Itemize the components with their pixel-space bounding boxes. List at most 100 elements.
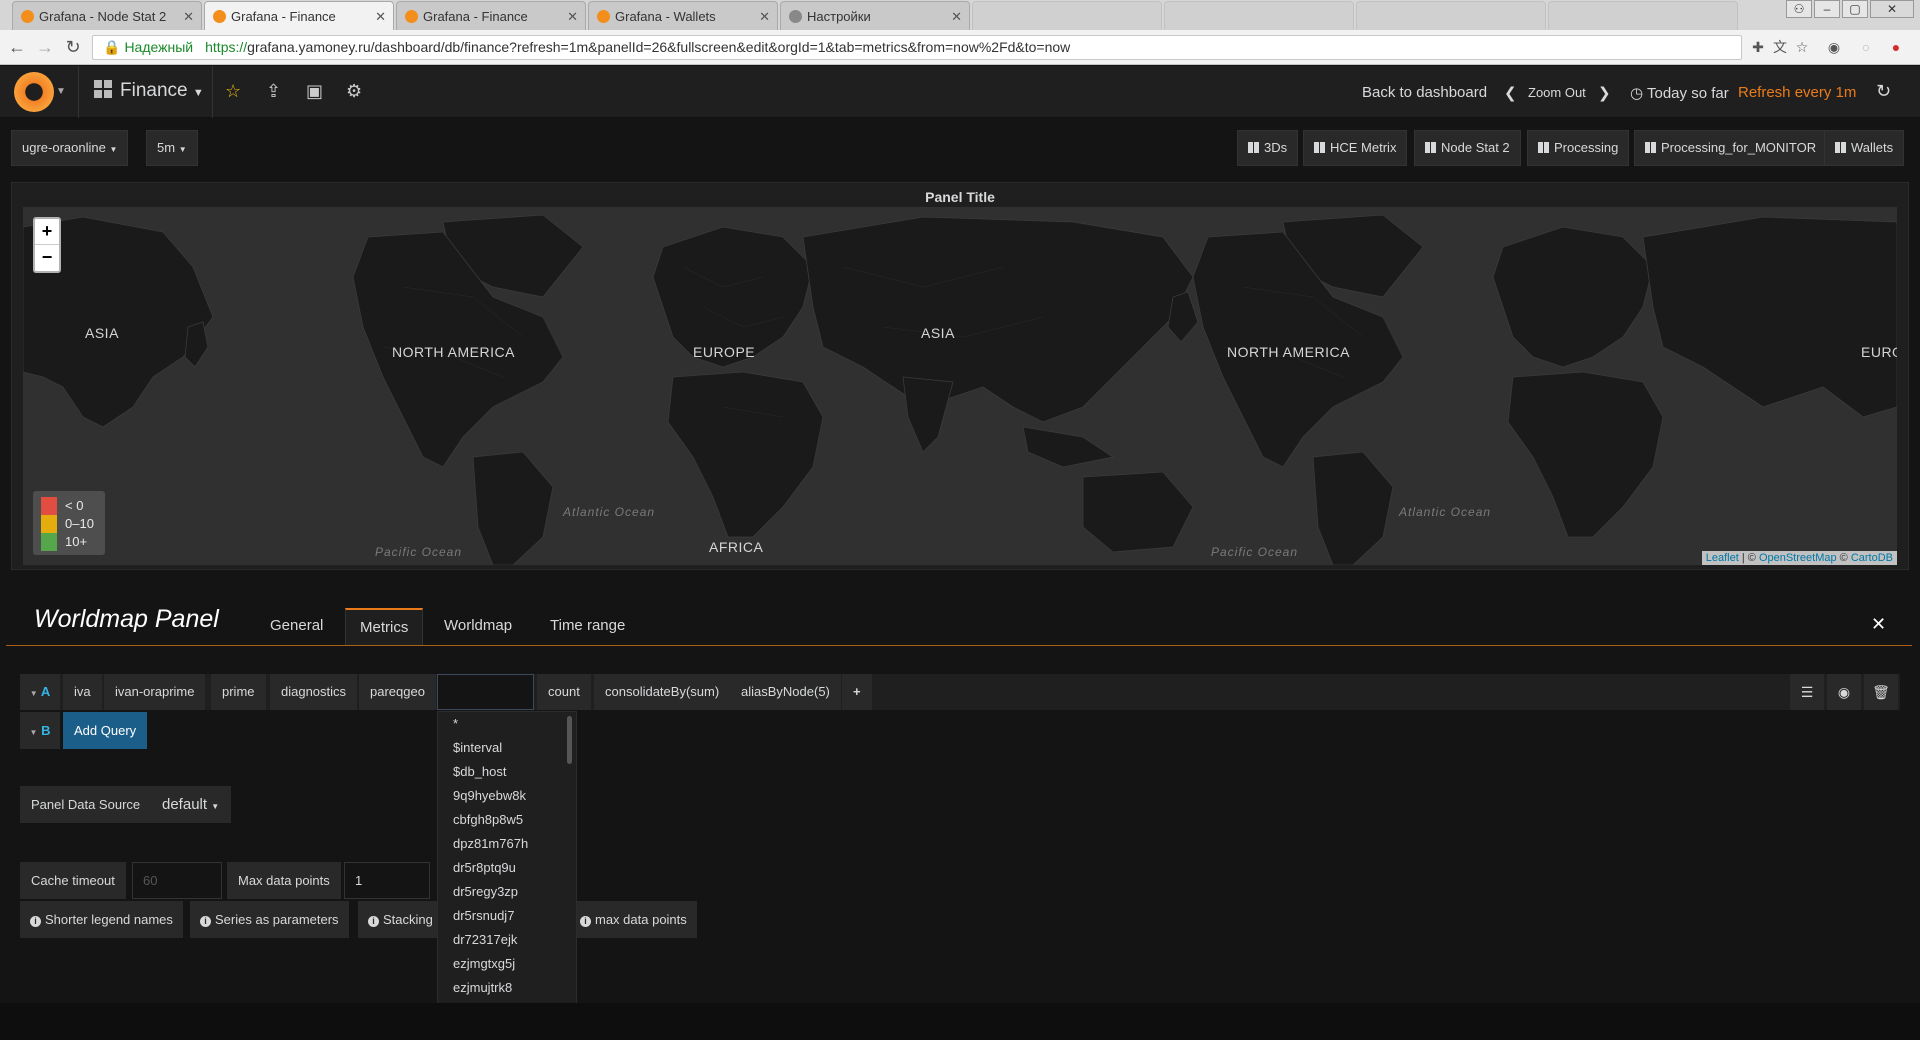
extension-icon[interactable]: ● — [1888, 39, 1904, 55]
maximize-icon[interactable]: ▢ — [1842, 0, 1868, 18]
function-aliasbynode[interactable]: aliasByNode(5) — [730, 674, 841, 710]
add-query-button[interactable]: Add Query — [63, 712, 148, 749]
dropdown-item[interactable]: dr5r8ptq9u — [438, 856, 576, 880]
close-icon[interactable]: ✕ — [567, 2, 578, 30]
dropdown-item[interactable]: 9q9hyebw8k — [438, 784, 576, 808]
dash-link-node-stat-2[interactable]: Node Stat 2 — [1414, 130, 1521, 166]
stacking-help[interactable]: i Stacking — [358, 901, 443, 938]
grid-icon — [1425, 142, 1436, 153]
ocean-label: Pacific Ocean — [1211, 545, 1299, 559]
trash-icon[interactable]: 🗑 — [1864, 674, 1898, 710]
query-letter-toggle[interactable]: ▼ B — [20, 712, 60, 749]
panel-title[interactable]: Panel Title — [12, 189, 1908, 205]
grafana-logo-icon[interactable] — [14, 72, 54, 112]
world-map[interactable]: ASIA NORTH AMERICA EUROPE ASIA NORTH AME… — [23, 207, 1897, 565]
browser-tab-4[interactable]: Настройки ✕ — [780, 1, 970, 30]
url-field[interactable]: 🔒 Надежный https://grafana.yamoney.ru/dash… — [92, 35, 1742, 60]
tab-metrics[interactable]: Metrics — [345, 608, 424, 646]
metric-segment[interactable]: diagnostics — [270, 674, 358, 710]
dash-link-processing[interactable]: Processing — [1527, 130, 1630, 166]
max-data-points-input[interactable]: 1 — [344, 862, 430, 899]
refresh-icon[interactable]: ↻ — [1876, 81, 1891, 102]
cache-timeout-input[interactable]: 60 — [132, 862, 222, 899]
dropdown-item[interactable]: dr5rsnudj7 — [438, 904, 576, 928]
zoom-out-button[interactable]: − — [35, 245, 59, 271]
dropdown-item[interactable]: ezjmgtxg5j — [438, 952, 576, 976]
refresh-interval-label[interactable]: Refresh every 1m — [1738, 84, 1856, 101]
series-as-parameters-help[interactable]: i Series as parameters — [190, 901, 349, 938]
function-consolidateby[interactable]: consolidateBy(sum) — [594, 674, 731, 710]
dash-link-processing-monitor[interactable]: Processing_for_MONITOR — [1634, 130, 1828, 166]
dash-link-hce-metrix[interactable]: HCE Metrix — [1303, 130, 1408, 166]
tab-general[interactable]: General — [256, 608, 337, 646]
dropdown-item[interactable]: $db_host — [438, 760, 576, 784]
reload-icon[interactable]: ↻ — [62, 36, 84, 58]
dropdown-item[interactable]: ezjmujtrk8 — [438, 976, 576, 1000]
function-count[interactable]: count — [537, 674, 591, 710]
close-icon[interactable]: ✕ — [375, 2, 386, 30]
close-icon[interactable]: ✕ — [759, 2, 770, 30]
browser-tab-7[interactable] — [1356, 1, 1546, 30]
dash-link-wallets[interactable]: Wallets — [1824, 130, 1905, 166]
eye-icon[interactable]: ◉ — [1827, 674, 1861, 710]
leaflet-link[interactable]: Leaflet — [1706, 552, 1739, 564]
browser-tab-6[interactable] — [1164, 1, 1354, 30]
segment-input[interactable] — [437, 674, 534, 710]
save-icon[interactable]: ▣ — [306, 81, 323, 102]
browser-tab-1[interactable]: Grafana - Finance ✕ — [204, 1, 394, 30]
gear-icon[interactable]: ⚙ — [346, 81, 362, 102]
menu-icon[interactable]: ☰ — [1790, 674, 1824, 710]
dropdown-item[interactable]: * — [438, 712, 576, 736]
cartodb-link[interactable]: CartoDB — [1851, 552, 1893, 564]
minimize-icon[interactable]: – — [1814, 0, 1840, 18]
close-editor-icon[interactable]: ✕ — [1871, 614, 1886, 635]
user-icon[interactable]: ⚇ — [1786, 0, 1812, 18]
forward-arrow-icon[interactable]: → — [34, 36, 56, 58]
zoom-out-button[interactable]: Zoom Out — [1528, 85, 1586, 100]
back-to-dashboard-button[interactable]: Back to dashboard — [1362, 84, 1487, 101]
dash-link-3ds[interactable]: 3Ds — [1237, 130, 1299, 166]
metric-segment[interactable]: ivan-oraprime — [104, 674, 206, 710]
extension-icon[interactable]: ◉ — [1826, 39, 1842, 55]
metric-segment[interactable]: pareqgeo — [359, 674, 436, 710]
variable-host-select[interactable]: ugre-oraonline ▼ — [11, 130, 129, 166]
max-data-points-help[interactable]: i max data points — [570, 901, 697, 938]
chevron-right-icon[interactable]: ❯ — [1598, 84, 1611, 102]
data-source-select[interactable]: default ▼ — [150, 786, 232, 823]
extension-icon[interactable]: ○ — [1858, 39, 1874, 55]
window-close-icon[interactable]: ✕ — [1870, 0, 1914, 18]
browser-tab-0[interactable]: Grafana - Node Stat 2 ✕ — [12, 1, 202, 30]
close-icon[interactable]: ✕ — [183, 2, 194, 30]
chevron-left-icon[interactable]: ❮ — [1504, 84, 1517, 102]
tab-worldmap[interactable]: Worldmap — [430, 608, 526, 646]
share-icon[interactable]: ⇪ — [266, 81, 281, 102]
osm-link[interactable]: OpenStreetMap — [1759, 552, 1837, 564]
shorter-legend-names-help[interactable]: i Shorter legend names — [20, 901, 183, 938]
add-function-button[interactable]: + — [842, 674, 872, 710]
close-icon[interactable]: ✕ — [951, 2, 962, 30]
grid-icon — [1835, 142, 1846, 153]
query-letter-toggle[interactable]: ▼ A — [20, 674, 60, 710]
bookmark-star-icon[interactable]: ☆ — [1794, 39, 1810, 55]
dropdown-item[interactable]: dr72317ejk — [438, 928, 576, 952]
browser-tab-5[interactable] — [972, 1, 1162, 30]
dashboard-picker[interactable]: Finance ▼ — [94, 80, 204, 102]
star-icon[interactable]: ☆ — [225, 81, 241, 102]
dropdown-item[interactable]: $interval — [438, 736, 576, 760]
time-picker-button[interactable]: ◷ Today so far — [1630, 84, 1729, 102]
scrollbar[interactable] — [567, 716, 572, 764]
browser-tab-3[interactable]: Grafana - Wallets ✕ — [588, 1, 778, 30]
zoom-in-button[interactable]: + — [35, 219, 59, 245]
browser-tab-2[interactable]: Grafana - Finance ✕ — [396, 1, 586, 30]
dropdown-item[interactable]: cbfgh8p8w5 — [438, 808, 576, 832]
metric-segment[interactable]: prime — [211, 674, 266, 710]
translate-icon[interactable]: 文 — [1772, 39, 1788, 55]
dropdown-item[interactable]: dpz81m767h — [438, 832, 576, 856]
back-arrow-icon[interactable]: ← — [6, 36, 28, 58]
variable-interval-select[interactable]: 5m ▼ — [146, 130, 198, 166]
browser-tab-8[interactable] — [1548, 1, 1738, 30]
dropdown-item[interactable]: dr5regy3zp — [438, 880, 576, 904]
tab-time-range[interactable]: Time range — [536, 608, 639, 646]
extension-icon[interactable]: ✚ — [1750, 39, 1766, 55]
metric-segment[interactable]: iva — [63, 674, 102, 710]
